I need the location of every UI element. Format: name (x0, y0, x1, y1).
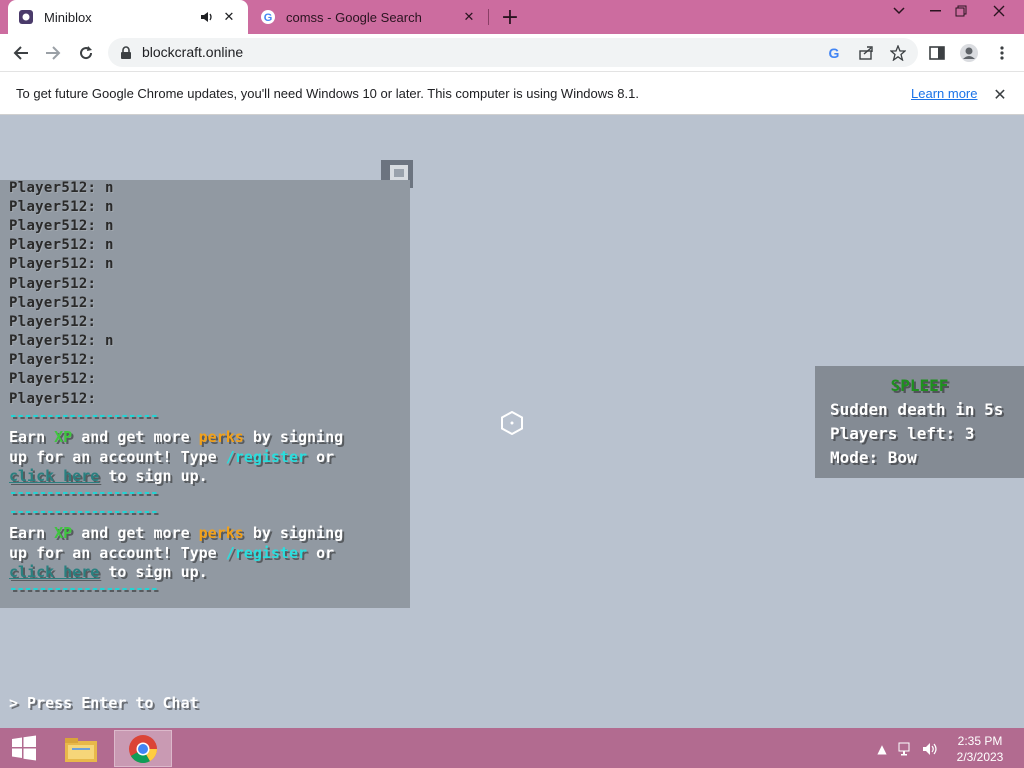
profile-button[interactable] (956, 40, 982, 66)
svg-text:G: G (264, 12, 273, 24)
restore-button[interactable] (946, 0, 976, 22)
chat-message: Player512: (9, 276, 97, 292)
speaker-icon[interactable] (198, 8, 216, 26)
chrome-taskbar-button[interactable] (114, 730, 172, 767)
share-icon[interactable] (855, 42, 877, 64)
update-infobar: To get future Google Chrome updates, you… (0, 71, 1024, 115)
tab-miniblox[interactable]: Miniblox ✕ (8, 0, 248, 34)
game-viewport[interactable]: Player512: n Player512: n Player512: n P… (0, 116, 1024, 728)
file-explorer-button[interactable] (52, 730, 110, 767)
browser-toolbar: blockcraft.online G (0, 34, 1024, 71)
scoreboard-line: Players left: 3 (830, 424, 975, 443)
chat-divider: -------------------- (9, 485, 159, 501)
chat-message: Player512: n (9, 256, 114, 272)
chat-message: Player512: (9, 295, 97, 311)
back-button[interactable] (8, 40, 34, 66)
chat-divider: -------------------- (9, 581, 159, 597)
chat-message: Player512: n (9, 218, 114, 234)
scoreboard-title: SPLEEF (890, 376, 949, 395)
chat-message: Player512: n (9, 237, 114, 253)
forward-arrow-icon (46, 46, 61, 60)
tab-search-button[interactable] (884, 0, 914, 22)
url-text[interactable]: blockcraft.online (142, 44, 243, 60)
side-panel-button[interactable] (924, 40, 950, 66)
chat-panel: Player512: n Player512: n Player512: n P… (0, 180, 410, 608)
new-tab-button[interactable]: + (498, 5, 522, 30)
chevron-down-icon (893, 7, 905, 15)
click-here-link[interactable]: click here (9, 467, 99, 485)
google-favicon: G (260, 9, 276, 25)
learn-more-link[interactable]: Learn more (911, 86, 977, 101)
chat-message: Player512: n (9, 180, 114, 196)
reload-icon (80, 46, 93, 60)
chat-message: Player512: (9, 391, 97, 407)
google-lens-icon[interactable]: G (823, 42, 845, 64)
restore-icon (955, 5, 967, 17)
windows-taskbar: ▲ 2:35 PM 2/3/2023 (0, 728, 1024, 768)
window-close-button[interactable] (984, 0, 1014, 22)
tab-close-icon[interactable]: ✕ (460, 8, 478, 26)
forward-button[interactable] (40, 40, 66, 66)
chat-message: Player512: n (9, 199, 114, 215)
infobar-close-icon[interactable]: ✕ (990, 84, 1010, 104)
tab-strip: Miniblox ✕ G comss - Google Search ✕ + (0, 0, 1024, 34)
address-bar[interactable]: blockcraft.online G (108, 38, 918, 67)
scoreboard-line: Sudden death in 5s (830, 400, 1004, 419)
miniblox-favicon (18, 9, 34, 25)
clock-time: 2:35 PM (957, 734, 1003, 748)
chat-message: Player512: (9, 314, 97, 330)
chat-message: Player512: (9, 352, 97, 368)
start-button[interactable] (0, 728, 48, 768)
kebab-menu-icon (1000, 46, 1004, 60)
chat-message: Player512: n (9, 333, 114, 349)
svg-text:G: G (829, 45, 840, 61)
chat-message: Player512: (9, 371, 97, 387)
close-icon (993, 5, 1005, 17)
signup-promo-message: Earn XP and get more perks by signing up… (9, 428, 344, 485)
minimize-icon (929, 10, 941, 12)
scoreboard: SPLEEF Sudden death in 5s Players left: … (815, 366, 1024, 478)
signup-promo-message: Earn XP and get more perks by signing up… (9, 524, 344, 581)
back-arrow-icon (13, 46, 28, 60)
click-here-link[interactable]: click here (9, 563, 99, 581)
chat-divider: -------------------- (9, 408, 159, 424)
chat-divider: -------------------- (9, 504, 159, 520)
tab-separator (488, 9, 489, 25)
volume-icon[interactable] (921, 740, 939, 758)
bookmark-star-icon[interactable] (887, 42, 909, 64)
file-explorer-icon (65, 737, 97, 762)
crosshair-icon (500, 410, 524, 439)
side-panel-icon (929, 46, 945, 60)
chat-prompt[interactable]: > Press Enter to Chat (9, 694, 199, 712)
tab-title: comss - Google Search (286, 9, 422, 25)
tab-close-icon[interactable]: ✕ (220, 8, 238, 26)
clock-date: 2/3/2023 (956, 750, 1004, 764)
lock-icon[interactable] (120, 45, 132, 64)
tab-title: Miniblox (44, 9, 92, 25)
show-hidden-icons-button[interactable]: ▲ (873, 740, 891, 758)
avatar-icon (960, 44, 978, 62)
system-clock[interactable]: 2:35 PM 2/3/2023 (946, 733, 1014, 765)
reload-button[interactable] (73, 40, 99, 66)
chrome-icon (129, 734, 157, 763)
windows-start-icon (12, 735, 36, 761)
menu-button[interactable] (989, 40, 1015, 66)
infobar-message: To get future Google Chrome updates, you… (16, 86, 639, 101)
tab-google-search[interactable]: G comss - Google Search ✕ (250, 0, 488, 34)
network-icon[interactable] (897, 740, 915, 758)
scoreboard-line: Mode: Bow (830, 448, 917, 467)
